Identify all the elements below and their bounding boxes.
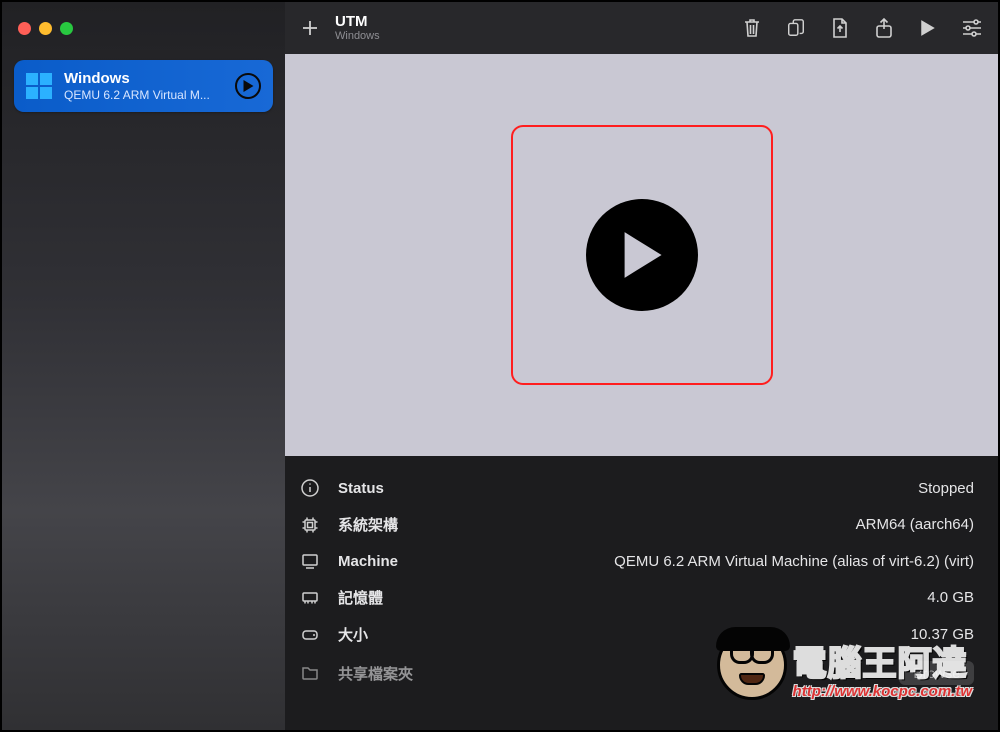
add-vm-button[interactable] xyxy=(301,19,319,37)
app-title: UTM xyxy=(335,14,742,31)
detail-row-shared: 共享檔案夾 Browse xyxy=(285,653,998,693)
info-icon xyxy=(300,478,320,498)
play-icon[interactable] xyxy=(918,18,938,38)
vm-preview-area xyxy=(285,54,998,456)
export-file-icon[interactable] xyxy=(830,18,850,38)
size-value: 10.37 GB xyxy=(911,626,974,643)
machine-label: Machine xyxy=(338,553,428,570)
detail-row-status: Status Stopped xyxy=(285,470,998,506)
folder-icon xyxy=(300,663,320,683)
memory-icon xyxy=(300,588,320,608)
vm-details: Status Stopped 系統架構 ARM64 (aarch64) Mach… xyxy=(285,456,998,730)
arch-value: ARM64 (aarch64) xyxy=(856,516,974,533)
share-icon[interactable] xyxy=(874,18,894,38)
detail-row-machine: Machine QEMU 6.2 ARM Virtual Machine (al… xyxy=(285,543,998,579)
size-label: 大小 xyxy=(338,624,428,645)
detail-row-size: 大小 10.37 GB xyxy=(285,616,998,653)
status-value: Stopped xyxy=(918,480,974,497)
cpu-icon xyxy=(300,515,320,535)
machine-value: QEMU 6.2 ARM Virtual Machine (alias of v… xyxy=(614,553,974,570)
minimize-window-button[interactable] xyxy=(39,22,52,35)
fullscreen-window-button[interactable] xyxy=(60,22,73,35)
window-controls xyxy=(2,2,285,54)
memory-label: 記憶體 xyxy=(338,587,428,608)
delete-icon[interactable] xyxy=(742,18,762,38)
vm-name: Windows xyxy=(64,70,227,88)
detail-row-memory: 記憶體 4.0 GB xyxy=(285,579,998,616)
browse-button[interactable]: Browse xyxy=(899,661,974,685)
status-label: Status xyxy=(338,480,428,497)
detail-row-arch: 系統架構 ARM64 (aarch64) xyxy=(285,506,998,543)
disk-icon xyxy=(300,625,320,645)
toolbar-title-block: UTM Windows xyxy=(335,14,742,43)
arch-label: 系統架構 xyxy=(338,514,428,535)
vm-play-indicator-icon[interactable] xyxy=(235,73,261,99)
toolbar: UTM Windows xyxy=(285,2,998,54)
main-panel: UTM Windows xyxy=(285,2,998,730)
vm-list-item-windows[interactable]: Windows QEMU 6.2 ARM Virtual M... xyxy=(14,60,273,112)
clone-icon[interactable] xyxy=(786,18,806,38)
vm-subtitle: QEMU 6.2 ARM Virtual M... xyxy=(64,88,227,102)
sidebar: Windows QEMU 6.2 ARM Virtual M... xyxy=(2,2,285,730)
shared-label: 共享檔案夾 xyxy=(338,663,428,684)
display-icon xyxy=(300,551,320,571)
close-window-button[interactable] xyxy=(18,22,31,35)
start-vm-button[interactable] xyxy=(586,199,698,311)
app-subtitle: Windows xyxy=(335,30,742,42)
memory-value: 4.0 GB xyxy=(927,589,974,606)
windows-logo-icon xyxy=(26,73,52,99)
settings-sliders-icon[interactable] xyxy=(962,18,982,38)
